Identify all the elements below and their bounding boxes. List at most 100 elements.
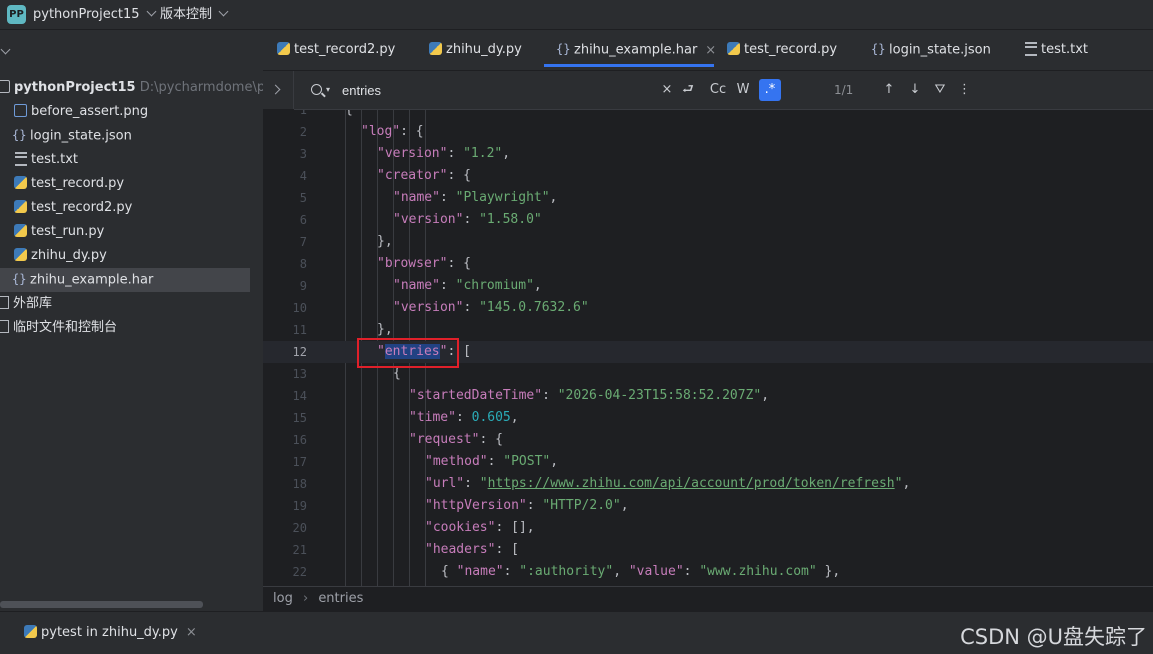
code-line[interactable]: 17 "method": "POST", xyxy=(263,451,1153,473)
breadcrumb-item-entries[interactable]: entries xyxy=(318,591,363,606)
more-options-icon[interactable]: ⋮ xyxy=(958,79,971,101)
line-number[interactable]: 17 xyxy=(263,451,307,473)
text-icon xyxy=(15,151,27,166)
breadcrumb-item-log[interactable]: log xyxy=(273,591,293,606)
image-icon xyxy=(14,104,27,117)
regex-toggle[interactable]: .* xyxy=(759,79,781,101)
new-line-icon[interactable]: ⮐ xyxy=(680,79,696,101)
next-occurrence-icon[interactable]: ↓ xyxy=(907,79,923,101)
tree-item-test-run[interactable]: test_run.py xyxy=(14,220,104,244)
line-number[interactable]: 13 xyxy=(263,363,307,385)
code-line[interactable]: 19 "httpVersion": "HTTP/2.0", xyxy=(263,495,1153,517)
line-number[interactable]: 9 xyxy=(263,275,307,297)
line-number[interactable]: 3 xyxy=(263,143,307,165)
line-number[interactable]: 16 xyxy=(263,429,307,451)
close-icon[interactable]: × xyxy=(705,43,716,58)
vcs-menu[interactable]: 版本控制 xyxy=(160,0,229,29)
project-menu[interactable]: pythonProject15 xyxy=(33,0,156,29)
expand-search-toggle[interactable] xyxy=(263,71,294,109)
code-line[interactable]: 8 "browser": { xyxy=(263,253,1153,275)
watermark: CSDN @U盘失踪了 xyxy=(960,625,1147,649)
tab-test-record[interactable]: test_record.py xyxy=(727,30,837,70)
code-text: "method": "POST", xyxy=(425,454,559,469)
code-line[interactable]: 2 "log": { xyxy=(263,121,1153,143)
tree-item-test-record2[interactable]: test_record2.py xyxy=(14,196,132,220)
tab-zhihu-example-har[interactable]: {} zhihu_example.har × xyxy=(544,30,716,67)
python-icon xyxy=(277,42,290,55)
tree-item-login-state[interactable]: {} login_state.json xyxy=(12,124,132,148)
tab-test-record2[interactable]: test_record2.py xyxy=(277,30,395,70)
line-number[interactable]: 4 xyxy=(263,165,307,187)
line-number[interactable]: 7 xyxy=(263,231,307,253)
whole-words-toggle[interactable]: W xyxy=(734,79,752,101)
line-number[interactable]: 22 xyxy=(263,561,307,583)
line-number[interactable]: 20 xyxy=(263,517,307,539)
line-number[interactable]: 19 xyxy=(263,495,307,517)
code-line[interactable]: 5 "name": "Playwright", xyxy=(263,187,1153,209)
previous-occurrence-icon[interactable]: ↑ xyxy=(881,79,897,101)
line-number[interactable]: 8 xyxy=(263,253,307,275)
tree-item-label: before_assert.png xyxy=(31,104,149,119)
line-number[interactable]: 21 xyxy=(263,539,307,561)
python-icon xyxy=(14,200,27,213)
line-number[interactable]: 2 xyxy=(263,121,307,143)
clear-search-icon[interactable]: × xyxy=(660,79,674,101)
code-line[interactable]: 6 "version": "1.58.0" xyxy=(263,209,1153,231)
line-number[interactable]: 12 xyxy=(263,341,307,363)
code-line[interactable]: 4 "creator": { xyxy=(263,165,1153,187)
horizontal-scrollbar[interactable] xyxy=(0,601,203,608)
line-number[interactable]: 6 xyxy=(263,209,307,231)
line-number[interactable]: 11 xyxy=(263,319,307,341)
tree-item-zhihu-example-har[interactable]: {} zhihu_example.har xyxy=(0,268,250,292)
line-number[interactable]: 10 xyxy=(263,297,307,319)
line-number[interactable]: 1 xyxy=(263,110,307,121)
line-number[interactable]: 5 xyxy=(263,187,307,209)
tree-item-test-record[interactable]: test_record.py xyxy=(14,172,124,196)
line-number[interactable]: 14 xyxy=(263,385,307,407)
line-number[interactable]: 18 xyxy=(263,473,307,495)
code-line[interactable]: 10 "version": "145.0.7632.6" xyxy=(263,297,1153,319)
close-icon[interactable]: × xyxy=(186,625,197,640)
library-icon xyxy=(0,296,9,309)
tree-item-external-libraries[interactable]: 外部库 xyxy=(0,292,52,316)
tab-test-txt[interactable]: test.txt xyxy=(1025,30,1088,70)
bottom-panel: pytest in zhihu_dy.py × CSDN @U盘失踪了 xyxy=(0,611,1153,654)
tab-zhihu-dy[interactable]: zhihu_dy.py xyxy=(429,30,522,70)
project-badge: PP xyxy=(7,5,26,24)
filter-icon[interactable]: ⛛ xyxy=(932,79,948,101)
code-line[interactable]: 16 "request": { xyxy=(263,429,1153,451)
python-icon xyxy=(14,248,27,261)
search-input[interactable] xyxy=(342,80,642,100)
code-line[interactable]: 18 "url": "https://www.zhihu.com/api/acco… xyxy=(263,473,1153,495)
tree-item-label: zhihu_dy.py xyxy=(31,248,107,263)
code-line[interactable]: 1{ xyxy=(263,110,1153,121)
code-line[interactable]: 14 "startedDateTime": "2026-04-23T15:58:5… xyxy=(263,385,1153,407)
python-icon xyxy=(727,42,740,55)
search-history-caret-icon[interactable]: ▾ xyxy=(326,85,330,94)
code-line[interactable]: 3 "version": "1.2", xyxy=(263,143,1153,165)
code-text: "cookies": [], xyxy=(425,520,535,535)
code-text: "time": 0.605, xyxy=(409,410,519,425)
tree-item-scratches[interactable]: 临时文件和控制台 xyxy=(0,316,117,340)
json-icon: {} xyxy=(871,42,886,56)
match-case-toggle[interactable]: Cc xyxy=(707,79,729,101)
code-line[interactable]: 9 "name": "chromium", xyxy=(263,275,1153,297)
tree-item-test-txt[interactable]: test.txt xyxy=(15,148,78,172)
line-number[interactable]: 15 xyxy=(263,407,307,429)
tree-item-label: login_state.json xyxy=(30,128,132,144)
tree-item-before-assert[interactable]: before_assert.png xyxy=(14,100,148,124)
vcs-menu-label: 版本控制 xyxy=(160,7,213,22)
code-line[interactable]: 7}, xyxy=(263,231,1153,253)
tree-item-zhihu-dy[interactable]: zhihu_dy.py xyxy=(14,244,107,268)
code-line[interactable]: 22 { "name": ":authority", "value": "www.… xyxy=(263,561,1153,583)
tree-item-project-root[interactable]: pythonProject15 D:\pycharmdome\python xyxy=(0,76,263,100)
chevron-down-icon[interactable] xyxy=(0,44,11,55)
tab-run-pytest[interactable]: pytest in zhihu_dy.py × xyxy=(24,625,197,640)
search-icon[interactable] xyxy=(311,84,322,95)
code-line[interactable]: 21 "headers": [ xyxy=(263,539,1153,561)
tab-login-state[interactable]: {} login_state.json xyxy=(871,30,991,70)
code-text: "startedDateTime": "2026-04-23T15:58:52.… xyxy=(409,388,770,403)
code-text: "httpVersion": "HTTP/2.0", xyxy=(425,498,629,513)
code-line[interactable]: 20 "cookies": [], xyxy=(263,517,1153,539)
code-line[interactable]: 15 "time": 0.605, xyxy=(263,407,1153,429)
